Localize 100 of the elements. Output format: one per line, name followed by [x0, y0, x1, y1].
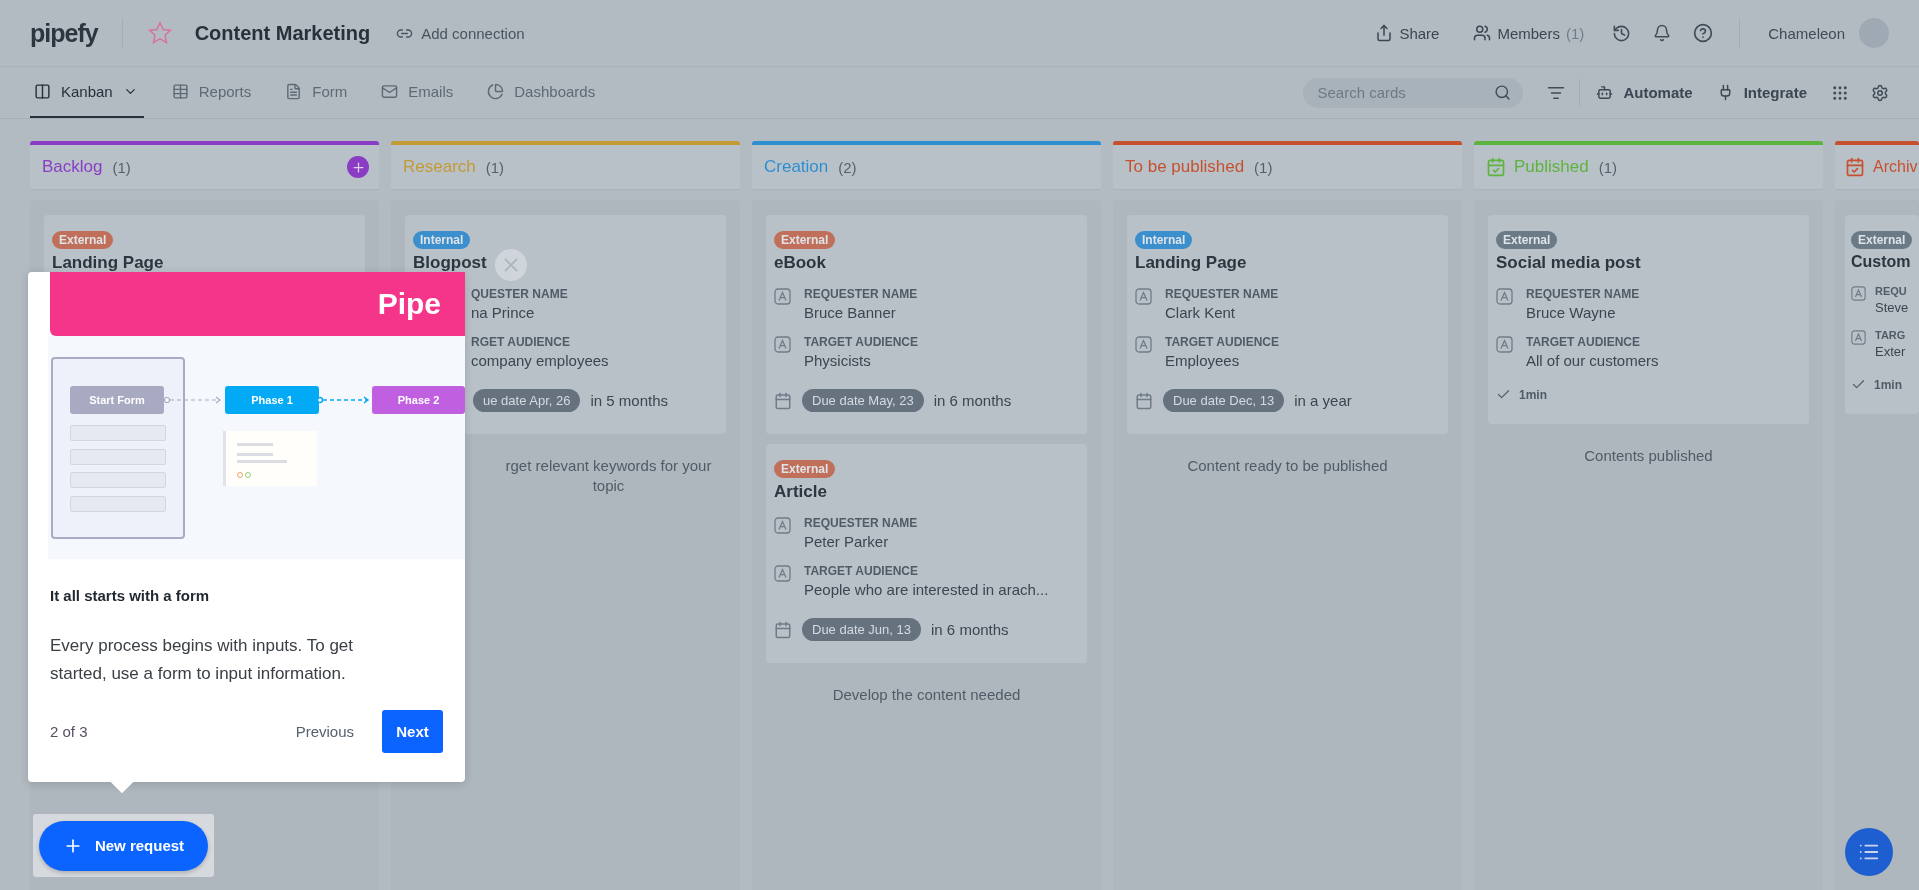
card[interactable]: External eBook REQUESTER NAME Bruce Banner TARGET AUDIENCE Physicists Due date May, 23 in 6 months [766, 215, 1087, 434]
due-relative: in a year [1294, 392, 1352, 409]
robot-icon [1596, 84, 1614, 101]
view-tab[interactable]: Dashboards [483, 67, 602, 118]
text-field-icon [1135, 336, 1152, 353]
apps-grid-icon[interactable] [1831, 83, 1849, 102]
calendar-check-icon [1845, 157, 1865, 177]
due-date: ue date Apr, 26 [473, 389, 581, 412]
users-icon [1473, 24, 1492, 42]
due-relative: in 6 months [931, 621, 1009, 638]
tag: External [52, 231, 114, 249]
previous-button[interactable]: Previous [287, 715, 362, 748]
card[interactable]: External Custom REQU Steve TARG Exter 1min [1845, 215, 1919, 414]
diagram-node: Phase 1 [225, 386, 319, 414]
field-label: REQUESTER NAME [804, 516, 918, 530]
phase-count: (1) [112, 158, 131, 176]
field-value: na Prince [471, 304, 536, 321]
field-label: TARGET AUDIENCE [804, 564, 919, 578]
next-button[interactable]: Next [382, 710, 443, 753]
field-value: All of our customers [1526, 352, 1659, 369]
field-label: REQUESTER NAME [804, 287, 918, 301]
text-field-icon [1851, 330, 1866, 345]
toolbar-button[interactable]: Automate [1596, 84, 1693, 101]
tag: External [774, 231, 836, 249]
field-value: People who are interested in arach... [804, 581, 1049, 598]
field-label: TARGET AUDIENCE [804, 335, 918, 349]
diagram-node: Start Form [70, 386, 164, 414]
field-value: company employees [471, 352, 609, 369]
field-label: REQUESTER NAME [1526, 287, 1640, 301]
phase-title: Creation [764, 157, 829, 177]
card-title: Blogpost [413, 253, 487, 273]
field-value: Physicists [804, 352, 872, 369]
phase-title: Backlog [42, 157, 103, 177]
reports-icon [171, 83, 189, 100]
settings-icon[interactable] [1871, 83, 1889, 102]
share-icon [1375, 24, 1394, 42]
plus-icon [350, 159, 366, 175]
add-connection-button[interactable]: Add connection [396, 24, 525, 42]
search-icon [1494, 83, 1512, 101]
field-label: TARG [1875, 329, 1906, 341]
field-label: QUESTER NAME [471, 287, 568, 301]
kanban-icon [34, 83, 51, 100]
toolbar-button[interactable]: Integrate [1716, 84, 1807, 101]
view-tab[interactable]: Kanban [30, 67, 144, 118]
view-tab[interactable]: Form [281, 67, 354, 118]
star-icon[interactable] [146, 20, 173, 46]
text-field-icon [1496, 336, 1513, 353]
phase-description: Contents published [1584, 446, 1713, 466]
field-label: TARGET AUDIENCE [1526, 335, 1641, 349]
field-value: Exter [1875, 344, 1906, 359]
new-request-button[interactable]: New request [39, 820, 208, 871]
share-button[interactable]: Share [1375, 24, 1440, 42]
phase-count: (1) [1598, 158, 1617, 176]
text-field-icon [774, 288, 791, 305]
bell-icon[interactable] [1653, 24, 1672, 42]
view-tab[interactable]: Emails [377, 67, 460, 118]
card-title: Article [774, 482, 827, 502]
help-icon[interactable] [1693, 23, 1714, 43]
due-date: Due date Dec, 13 [1163, 389, 1285, 412]
phase-count: (1) [485, 158, 505, 176]
phase-description: rget relevant keywords for your [505, 456, 712, 476]
phase-title: Published [1514, 157, 1589, 177]
members-button[interactable]: Members (1) [1473, 24, 1585, 42]
phase-title: Archiv [1873, 158, 1918, 176]
add-card-button[interactable] [347, 156, 369, 178]
due-date: Due date Jun, 13 [802, 618, 922, 641]
text-field-icon [1851, 286, 1866, 301]
tour-text: Every process begins with inputs. To get started, use a form to input information. [50, 635, 354, 685]
phase-description: topic [592, 476, 625, 496]
tag: Internal [1135, 231, 1193, 249]
user-name[interactable]: Chameleon [1768, 24, 1845, 42]
calendar-icon [774, 620, 792, 639]
due-relative: in 6 months [933, 392, 1012, 409]
phase-title: Research [403, 157, 476, 177]
calendar-check-icon [1486, 157, 1506, 177]
tag: Internal [413, 231, 471, 249]
dashed-arrow [317, 394, 371, 406]
card[interactable]: Internal Landing Page REQUESTER NAME Clark Kent TARGET AUDIENCE Employees Due date Dec, 13 in a year [1127, 215, 1448, 434]
due-date: Due date May, 23 [802, 389, 924, 412]
field-label: REQUESTER NAME [1165, 287, 1279, 301]
text-field-icon [1496, 288, 1513, 305]
phase-count: (2) [838, 158, 857, 176]
tag: External [1496, 231, 1558, 249]
search-field[interactable]: Search cards [1303, 77, 1524, 108]
calendar-icon [774, 391, 792, 410]
text-field-icon [774, 517, 791, 534]
text-field-icon [774, 336, 791, 353]
dashboards-icon [487, 83, 505, 100]
phase-description: Develop the content needed [832, 685, 1021, 705]
history-icon[interactable] [1612, 23, 1632, 43]
card[interactable]: External Social media post REQUESTER NAME Bruce Wayne TARGET AUDIENCE All of our customers 1min [1488, 215, 1809, 424]
phase-description: Content ready to be published [1187, 456, 1388, 476]
done-time: 1min [1519, 387, 1547, 402]
card[interactable]: External Article REQUESTER NAME Peter Parker TARGET AUDIENCE People who are interested in arach... Due date Jun, 13 in 6 months [766, 444, 1087, 663]
card-title: Social media post [1496, 253, 1641, 273]
logo[interactable]: pipefy [30, 17, 98, 49]
done-time: 1min [1874, 377, 1902, 392]
view-tab[interactable]: Reports [167, 67, 258, 118]
field-label: RGET AUDIENCE [471, 335, 571, 349]
calendar-icon [1135, 391, 1153, 410]
